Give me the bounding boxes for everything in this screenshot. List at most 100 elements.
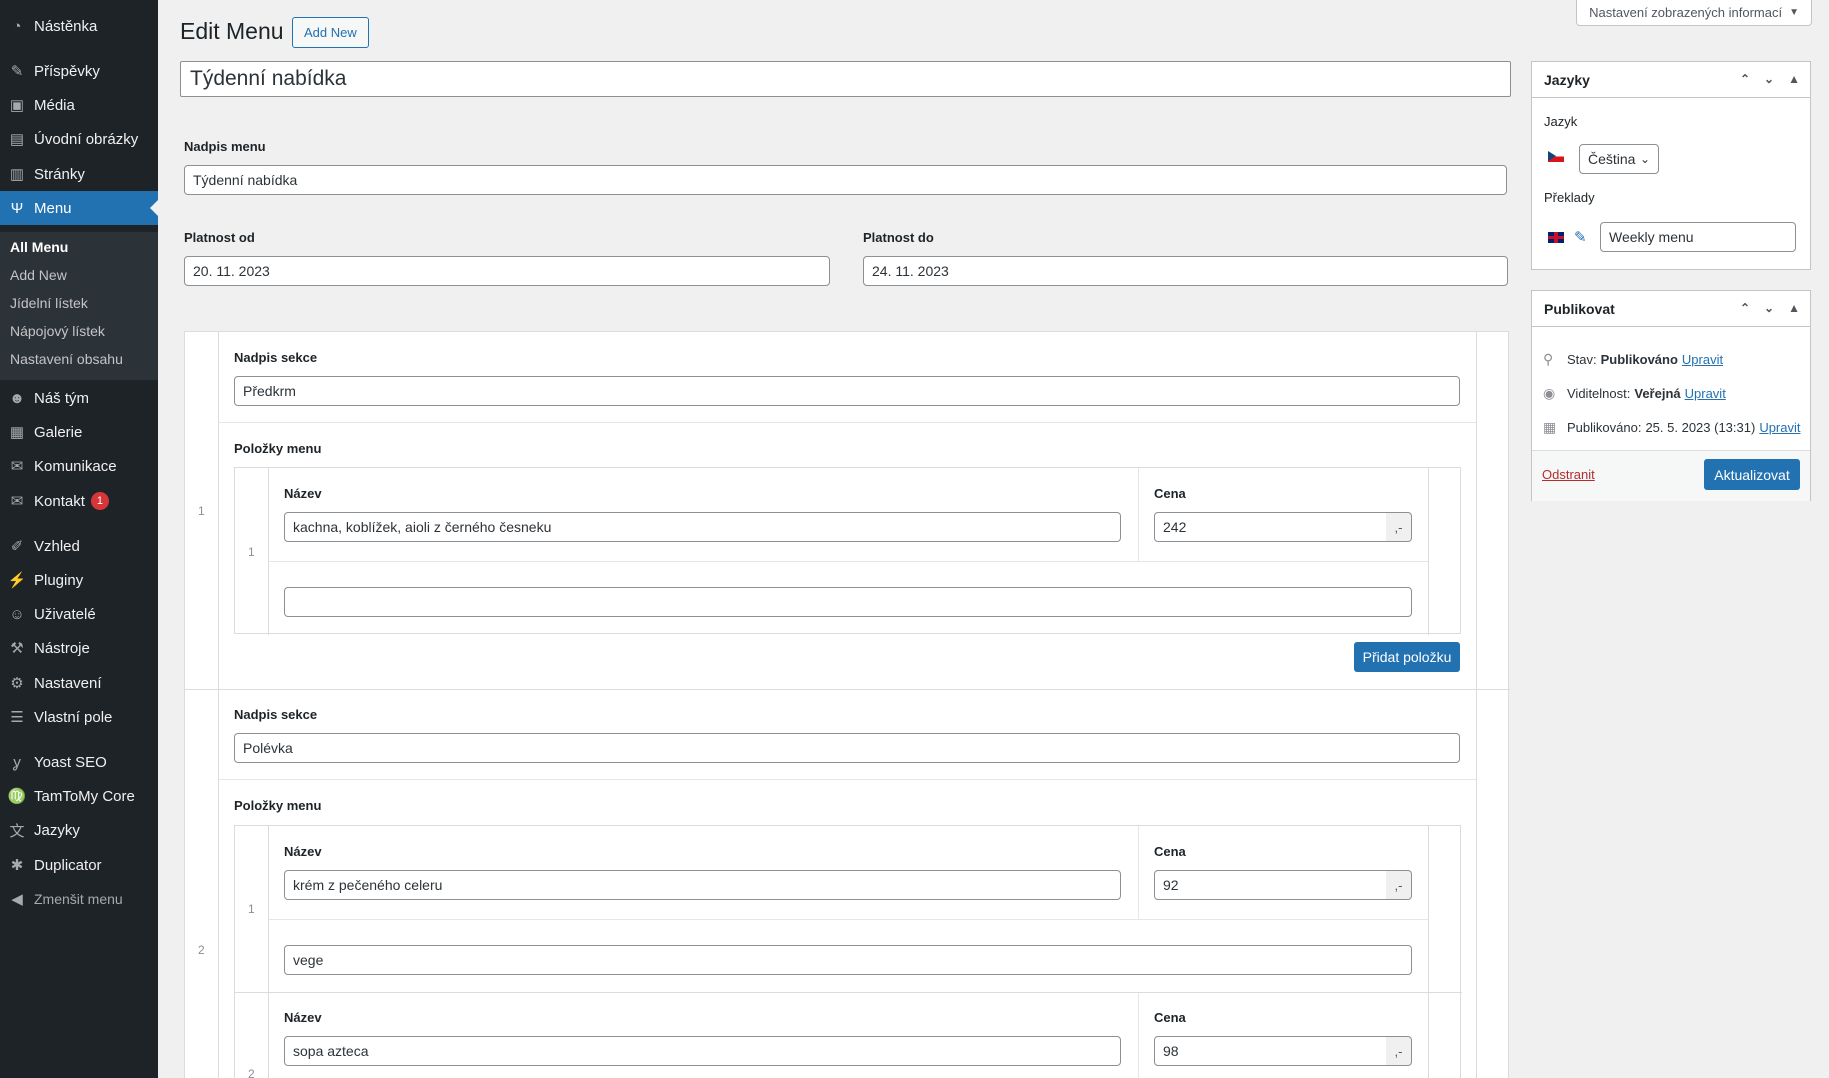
item-name-label: Název bbox=[284, 1010, 322, 1025]
edit-date-link[interactable]: Upravit bbox=[1759, 420, 1800, 435]
move-down-icon[interactable]: ⌄ bbox=[1764, 301, 1774, 315]
calendar-icon: ▦ bbox=[1543, 419, 1557, 435]
pencil-icon[interactable]: ✎ bbox=[1574, 228, 1587, 246]
item-name-input[interactable]: sopa azteca bbox=[284, 1036, 1121, 1066]
plugin-icon: ⚡ bbox=[7, 572, 27, 589]
translation-input[interactable]: Weekly menu bbox=[1600, 222, 1796, 252]
sidebar-item-plugins[interactable]: ⚡ Pluginy bbox=[0, 563, 158, 597]
add-item-button[interactable]: Přidat položku bbox=[1354, 642, 1460, 672]
notification-badge: 1 bbox=[90, 492, 109, 510]
item-price-label: Cena bbox=[1154, 486, 1186, 501]
item-price-input[interactable]: 98 bbox=[1154, 1036, 1387, 1066]
menu-items-label: Položky menu bbox=[234, 441, 322, 456]
sidebar-item-contact[interactable]: ✉ Kontakt 1 bbox=[0, 484, 158, 518]
media-icon: ▣ bbox=[9, 97, 25, 114]
move-down-icon[interactable]: ⌄ bbox=[1764, 72, 1774, 86]
page-title: Edit Menu bbox=[180, 18, 284, 44]
sidebar-item-custom-fields[interactable]: ☰ Vlastní pole bbox=[0, 700, 158, 734]
valid-from-input[interactable]: 20. 11. 2023 bbox=[184, 256, 830, 286]
publish-date-row: ▦ Publikováno: 25. 5. 2023 (13:31) Uprav… bbox=[1543, 419, 1801, 435]
menu-items-label: Položky menu bbox=[234, 798, 322, 813]
valid-to-input[interactable]: 24. 11. 2023 bbox=[863, 256, 1508, 286]
language-select[interactable]: Čeština ⌄ bbox=[1579, 144, 1659, 174]
translate-icon: 文 bbox=[9, 822, 25, 840]
publish-metabox: Publikovat ⌃ ⌄ ▲ ⚲ Stav: Publikováno Upr… bbox=[1531, 290, 1811, 501]
item-price-input[interactable]: 242 bbox=[1154, 512, 1387, 542]
users-icon: ☺ bbox=[9, 605, 25, 623]
sidebar-item-duplicator[interactable]: ✱ Duplicator bbox=[0, 848, 158, 882]
section-index[interactable]: 2 bbox=[198, 943, 205, 957]
sidebar-item-slides[interactable]: ▤ Úvodní obrázky bbox=[0, 122, 158, 156]
valid-from-label: Platnost od bbox=[184, 230, 255, 245]
sidebar-item-appearance[interactable]: ✐ Vzhled bbox=[0, 529, 158, 563]
item-index[interactable]: 2 bbox=[248, 1067, 255, 1078]
sidebar-item-pages[interactable]: ▥ Stránky bbox=[0, 157, 158, 191]
sidebar-item-languages[interactable]: 文 Jazyky bbox=[0, 813, 158, 847]
collapse-icon: ◀ bbox=[11, 891, 23, 908]
submenu-add-new[interactable]: Add New bbox=[10, 267, 67, 283]
sidebar-item-dashboard[interactable]: ◔ Nástěnka bbox=[0, 9, 158, 43]
item-index[interactable]: 1 bbox=[248, 902, 255, 916]
fields-icon: ☰ bbox=[10, 709, 24, 726]
uk-flag-icon bbox=[1548, 232, 1564, 243]
dashboard-icon: ◔ bbox=[12, 17, 22, 35]
toggle-panel-icon[interactable]: ▲ bbox=[1788, 72, 1800, 86]
settings-icon: ⚙ bbox=[10, 675, 24, 692]
publish-actions: Odstranit Aktualizovat bbox=[1532, 450, 1810, 501]
item-name-input[interactable]: kachna, koblížek, aioli z černého česnek… bbox=[284, 512, 1121, 542]
libra-icon: ♍ bbox=[7, 788, 27, 805]
sidebar-item-team[interactable]: ☻ Náš tým bbox=[0, 381, 158, 415]
languages-metabox-header[interactable]: Jazyky ⌃ ⌄ ▲ bbox=[1532, 62, 1810, 98]
update-button[interactable]: Aktualizovat bbox=[1704, 459, 1800, 490]
submenu-drinks-menu[interactable]: Nápojový lístek bbox=[10, 323, 105, 339]
screen-options-button[interactable]: Nastavení zobrazených informací ▼ bbox=[1576, 0, 1812, 26]
sidebar-item-yoast[interactable]: ỿ Yoast SEO bbox=[0, 745, 158, 779]
item-note-input[interactable]: vege bbox=[284, 945, 1412, 975]
item-note-input[interactable] bbox=[284, 587, 1412, 617]
move-up-icon[interactable]: ⌃ bbox=[1740, 301, 1750, 315]
delete-link[interactable]: Odstranit bbox=[1542, 467, 1595, 482]
item-name-label: Název bbox=[284, 486, 322, 501]
item-price-input[interactable]: 92 bbox=[1154, 870, 1387, 900]
sidebar-item-media[interactable]: ▣ Média bbox=[0, 88, 158, 122]
czech-flag-icon bbox=[1548, 151, 1564, 162]
submenu-food-menu[interactable]: Jídelní lístek bbox=[10, 295, 88, 311]
languages-metabox: Jazyky ⌃ ⌄ ▲ Jazyk Čeština ⌄ Překlady ✎ … bbox=[1531, 61, 1811, 270]
chevron-down-icon: ⌄ bbox=[1639, 152, 1650, 166]
duplicator-icon: ✱ bbox=[10, 857, 24, 874]
sidebar-item-tamtomy-core[interactable]: ♍ TamToMy Core bbox=[0, 779, 158, 813]
collapse-menu-button[interactable]: ◀ Zmenšit menu bbox=[0, 882, 158, 916]
menu-submenu: All Menu Add New Jídelní lístek Nápojový… bbox=[0, 232, 158, 380]
food-icon: Ψ bbox=[10, 199, 24, 217]
sidebar-item-communication[interactable]: ✉ Komunikace bbox=[0, 449, 158, 483]
edit-visibility-link[interactable]: Upravit bbox=[1685, 386, 1726, 401]
valid-to-label: Platnost do bbox=[863, 230, 934, 245]
sidebar-item-posts[interactable]: ✎ Příspěvky bbox=[0, 54, 158, 88]
toggle-panel-icon[interactable]: ▲ bbox=[1788, 301, 1800, 315]
publish-metabox-header[interactable]: Publikovat ⌃ ⌄ ▲ bbox=[1532, 291, 1810, 327]
section-title-input[interactable]: Předkrm bbox=[234, 376, 1460, 406]
sidebar-item-gallery[interactable]: ▦ Galerie bbox=[0, 415, 158, 449]
add-new-button[interactable]: Add New bbox=[292, 17, 369, 48]
sidebar-item-users[interactable]: ☺ Uživatelé bbox=[0, 597, 158, 631]
caret-down-icon: ▼ bbox=[1789, 7, 1799, 18]
post-title-input[interactable]: Týdenní nabídka bbox=[180, 61, 1511, 97]
item-price-label: Cena bbox=[1154, 844, 1186, 859]
sidebar-item-settings[interactable]: ⚙ Nastavení bbox=[0, 666, 158, 700]
move-up-icon[interactable]: ⌃ bbox=[1740, 72, 1750, 86]
edit-status-link[interactable]: Upravit bbox=[1682, 352, 1723, 367]
sidebar-item-tools[interactable]: ⚒ Nástroje bbox=[0, 631, 158, 665]
publish-visibility-row: ◉ Viditelnost: Veřejná Upravit bbox=[1543, 385, 1726, 401]
wrench-icon: ⚒ bbox=[10, 640, 24, 657]
submenu-content-settings[interactable]: Nastavení obsahu bbox=[10, 351, 123, 367]
currency-suffix: ,- bbox=[1386, 512, 1412, 542]
brush-icon: ✐ bbox=[10, 538, 24, 555]
section-index[interactable]: 1 bbox=[198, 504, 205, 518]
submenu-all-menu[interactable]: All Menu bbox=[10, 239, 68, 255]
sidebar-item-menu[interactable]: Ψ Menu bbox=[0, 191, 158, 225]
item-index[interactable]: 1 bbox=[248, 545, 255, 559]
menu-title-input[interactable]: Týdenní nabídka bbox=[184, 165, 1507, 195]
section-title-input[interactable]: Polévka bbox=[234, 733, 1460, 763]
item-name-input[interactable]: krém z pečeného celeru bbox=[284, 870, 1121, 900]
yoast-icon: ỿ bbox=[13, 754, 21, 771]
